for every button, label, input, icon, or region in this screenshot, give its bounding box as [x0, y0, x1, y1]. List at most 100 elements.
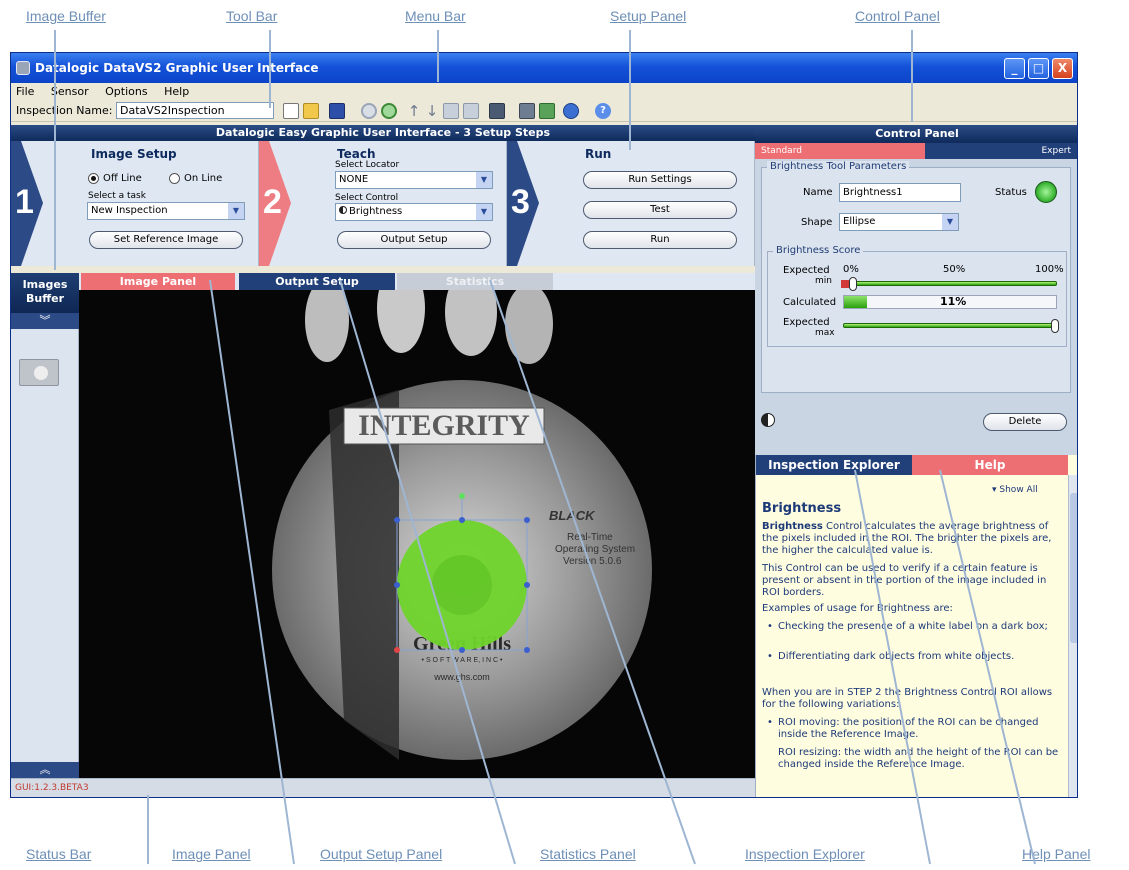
inspection-name-field[interactable]: DataVS2Inspection — [116, 102, 274, 119]
min-slider-knob[interactable] — [849, 277, 857, 291]
step2-panel: 2 Teach Select Locator NONE ▼ Select Cont… — [259, 141, 507, 266]
minimize-button[interactable]: _ — [1004, 58, 1025, 79]
control-select-value: Brightness — [349, 206, 403, 217]
tab-inspection-explorer[interactable]: Inspection Explorer — [756, 455, 912, 475]
calculated-label: Calculated — [783, 297, 837, 308]
task-select-value: New Inspection — [91, 205, 168, 216]
control-panel-title: Control Panel — [755, 125, 1077, 143]
pct-0: 0% — [843, 264, 859, 275]
step1-panel: 1 Image Setup Off Line On Line Select a … — [11, 141, 259, 266]
help-bullet-4: ROI resizing: the width and the height o… — [778, 747, 1062, 795]
callout-setup-panel: Setup Panel — [610, 8, 687, 24]
arrow-up-icon[interactable]: ↑ — [406, 103, 422, 119]
inspection-name-label: Inspection Name: — [16, 104, 113, 117]
min-marker — [841, 280, 849, 288]
help-scrollbar[interactable] — [1068, 475, 1077, 797]
callout-image-buffer: Image Buffer — [26, 8, 106, 24]
tab-statistics[interactable]: Statistics — [397, 273, 553, 290]
app-icon — [16, 61, 30, 75]
offline-radio[interactable] — [88, 173, 99, 184]
run-settings-button[interactable]: Run Settings — [583, 171, 737, 189]
menu-bar: File Sensor Options Help — [11, 83, 1077, 100]
expected-max-label: Expected — [783, 317, 830, 328]
status-label: Status — [995, 187, 1027, 198]
disc-text-2: Operating System — [555, 544, 635, 555]
run-button[interactable]: Run — [583, 231, 737, 249]
connect-icon[interactable] — [563, 103, 579, 119]
arrow-down-icon[interactable]: ↓ — [424, 103, 440, 119]
align-right-icon[interactable] — [463, 103, 479, 119]
control-select[interactable]: Brightness ▼ — [335, 203, 493, 221]
status-indicator — [1035, 181, 1057, 203]
run-title: Run — [585, 147, 612, 161]
offline-label: Off Line — [103, 173, 142, 184]
tab-help[interactable]: Help — [912, 455, 1068, 475]
tab-image-panel[interactable]: Image Panel — [81, 273, 235, 290]
disc-url: www.ghs.com — [433, 672, 490, 682]
expected-max-slider[interactable] — [843, 323, 1057, 328]
callout-image-panel: Image Panel — [172, 846, 251, 862]
score-legend: Brightness Score — [773, 245, 864, 256]
menu-help[interactable]: Help — [164, 85, 189, 98]
set-reference-image-button[interactable]: Set Reference Image — [89, 231, 243, 249]
setup-panel-heading: Datalogic Easy Graphic User Interface - … — [11, 125, 755, 141]
disc-company-sub: • S O F T W A R E, I N C • — [422, 657, 503, 664]
help-paragraph-2: This Control can be used to verify if a … — [762, 563, 1047, 598]
help-heading: Brightness — [762, 501, 842, 516]
teach-title: Teach — [337, 147, 376, 161]
image-tabs: Image Panel Output Setup Statistics — [79, 273, 755, 290]
calculated-value: 11% — [940, 295, 967, 308]
show-all-link[interactable]: ▾ Show All — [992, 485, 1038, 495]
zoom-in-icon[interactable] — [381, 103, 397, 119]
expand-up-icon[interactable]: ︽ — [11, 762, 79, 778]
locator-select[interactable]: NONE ▼ — [335, 171, 493, 189]
new-icon[interactable] — [283, 103, 299, 119]
callout-status-bar: Status Bar — [26, 846, 92, 862]
delete-button[interactable]: Delete — [983, 413, 1067, 431]
close-button[interactable]: X — [1052, 58, 1073, 79]
window-title: Datalogic DataVS2 Graphic User Interface — [35, 61, 319, 75]
maximize-button[interactable]: □ — [1028, 58, 1049, 79]
save-icon[interactable] — [329, 103, 345, 119]
menu-sensor[interactable]: Sensor — [51, 85, 89, 98]
tool-bar: Inspection Name: DataVS2Inspection ↑ ↓ ? — [11, 100, 1077, 122]
camera-icon[interactable] — [519, 103, 535, 119]
task-select[interactable]: New Inspection ▼ — [87, 202, 245, 220]
tab-expert[interactable]: Expert — [925, 143, 1077, 159]
help-icon[interactable]: ? — [595, 103, 611, 119]
sensor-icon[interactable] — [489, 103, 505, 119]
disc-title: INTEGRITY — [358, 409, 530, 442]
name-label: Name — [803, 187, 833, 198]
menu-options[interactable]: Options — [105, 85, 147, 98]
chevron-down-icon: ▼ — [942, 214, 958, 230]
title-bar[interactable]: Datalogic DataVS2 Graphic User Interface… — [11, 53, 1077, 83]
callout-inspection-explorer: Inspection Explorer — [745, 846, 865, 862]
online-label: On Line — [184, 173, 223, 184]
max-slider-knob[interactable] — [1051, 319, 1059, 333]
online-radio[interactable] — [169, 173, 180, 184]
shape-select-value: Ellipse — [843, 216, 876, 227]
tab-standard[interactable]: Standard — [755, 143, 925, 159]
control-panel: Control Panel Standard Expert Brightness… — [755, 125, 1077, 455]
brightness-icon — [339, 206, 347, 214]
picture-icon[interactable] — [539, 103, 555, 119]
select-locator-label: Select Locator — [335, 160, 400, 170]
buffer-thumbnail[interactable] — [19, 359, 59, 386]
open-icon[interactable] — [303, 103, 319, 119]
align-left-icon[interactable] — [443, 103, 459, 119]
min-label: min — [815, 276, 832, 286]
tab-output-setup[interactable]: Output Setup — [239, 273, 395, 290]
expand-down-icon[interactable]: ︾ — [11, 313, 79, 329]
menu-file[interactable]: File — [16, 85, 34, 98]
image-panel[interactable]: INTEGRITY BLACK Real-Time Operating Syst… — [79, 290, 755, 778]
brightness-icon — [761, 413, 775, 427]
images-buffer-panel: Images Buffer ︾ ︽ — [11, 273, 79, 778]
images-buffer-title-1: Images — [22, 278, 68, 291]
test-button[interactable]: Test — [583, 201, 737, 219]
shape-select[interactable]: Ellipse ▼ — [839, 213, 959, 231]
expected-min-slider[interactable] — [843, 281, 1057, 286]
output-setup-button[interactable]: Output Setup — [337, 231, 491, 249]
help-bullet-3: ROI moving: the position of the ROI can … — [767, 717, 1062, 741]
name-field[interactable]: Brightness1 — [839, 183, 961, 202]
zoom-out-icon[interactable] — [361, 103, 377, 119]
